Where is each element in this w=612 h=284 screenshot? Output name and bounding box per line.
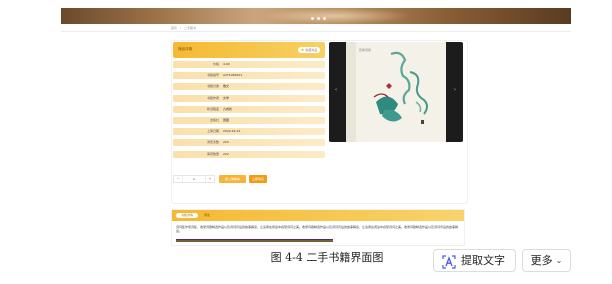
product-field-row: 出版社 国图 [173, 117, 325, 124]
product-field-key: 书籍分类 [206, 84, 219, 89]
figure-caption: 图 4-4 二手书籍界面图 [270, 251, 384, 264]
product-field-row: 书籍作者 文学 [173, 94, 325, 102]
chevron-down-icon: ⌄ [555, 255, 563, 265]
product-field-row: 书籍编号 A2T1483001 [173, 72, 325, 80]
buy-now-button[interactable]: 立即购买 [249, 175, 267, 183]
quantity-decrease-button[interactable]: − [174, 176, 182, 182]
breadcrumb: 首页 / 二手图书 [61, 25, 571, 32]
text-recognition-icon [442, 254, 456, 269]
text-underline-decoration [176, 239, 333, 242]
product-field-row: 库存数量 222 [173, 150, 325, 158]
top-banner [61, 8, 571, 24]
product-field-value: 220 [223, 140, 229, 145]
svg-text:四季诗香: 四季诗香 [359, 47, 371, 52]
carousel-dots[interactable] [311, 17, 326, 20]
product-field-key: 库存数量 [206, 151, 219, 156]
book-image-carousel[interactable]: ‹ 四季诗香 › [329, 42, 463, 142]
carousel-dot[interactable] [311, 17, 314, 20]
book-description: 诗词集作家诗集，收录诗歌精选作品以及诗词背后的故事解读，让读者在阅读中感受诗词之… [176, 225, 459, 233]
product-field-row: 价格 4.00 [173, 61, 325, 68]
product-field-key: 出版社 [209, 118, 219, 122]
product-field-value: 散文 [223, 84, 230, 89]
carousel-dot[interactable] [317, 17, 320, 20]
book-cover-image: 四季诗香 [346, 42, 446, 142]
product-field-key: 书籍作者 [206, 95, 219, 100]
extract-text-label: 提取文字 [461, 254, 505, 267]
add-to-cart-button[interactable]: 加入购物车 [219, 175, 246, 183]
product-field-row: 浏览次数 220 [173, 139, 325, 147]
product-field-value: 4.00 [223, 62, 230, 66]
chevron-left-icon[interactable]: ‹ [335, 88, 337, 93]
product-field-key: 上架日期 [206, 129, 219, 134]
product-info-title: 商品详情 [178, 47, 192, 51]
chevron-right-icon[interactable]: › [454, 88, 456, 93]
quantity-input[interactable]: 1 [182, 176, 206, 182]
tab-book-details[interactable]: 书籍详情 [176, 213, 198, 218]
book-cover-art: 四季诗香 [359, 47, 428, 124]
product-field-value: 国图 [223, 118, 230, 122]
product-field-row: 书籍分类 散文 [173, 83, 325, 91]
product-field-value: A2T1483001 [223, 73, 243, 78]
product-field-key: 书籍编号 [206, 73, 219, 78]
breadcrumb-separator: / [180, 25, 182, 30]
quantity-increase-button[interactable]: + [206, 176, 214, 182]
detail-tabs: 书籍详情 评论 [172, 210, 464, 221]
product-field-value: 文学 [223, 95, 230, 100]
product-field-row: 上架日期 2020-02-21 [173, 128, 325, 136]
product-info-header: 商品详情 ★ 收藏商品 [173, 42, 325, 58]
tab-comments[interactable]: 评论 [204, 214, 210, 217]
favorite-label: 收藏商品 [305, 47, 318, 52]
extract-text-button[interactable]: 提取文字 [433, 249, 516, 272]
star-icon: ★ [300, 47, 305, 52]
product-field-key: 新旧程度 [206, 106, 219, 111]
more-label: 更多 [530, 254, 553, 267]
more-button[interactable]: 更多 ⌄ [522, 249, 571, 272]
carousel-dot[interactable] [323, 17, 326, 20]
product-field-value: 2020-02-21 [223, 129, 241, 134]
product-field-value: 222 [223, 151, 229, 156]
quantity-stepper[interactable]: − 1 + [173, 175, 215, 183]
product-field-key: 浏览次数 [206, 140, 219, 145]
product-field-key: 价格 [212, 62, 219, 66]
product-info: 商品详情 ★ 收藏商品 价格 4.00 书籍编号 A2T1483001 书籍分类 散文 书籍… [173, 42, 325, 197]
breadcrumb-current: 二手图书 [184, 25, 197, 30]
product-field-row: 新旧程度 九成新 [173, 105, 325, 113]
product-field-value: 九成新 [223, 106, 233, 111]
favorite-button[interactable]: ★ 收藏商品 [298, 47, 320, 53]
breadcrumb-home[interactable]: 首页 [171, 26, 177, 30]
